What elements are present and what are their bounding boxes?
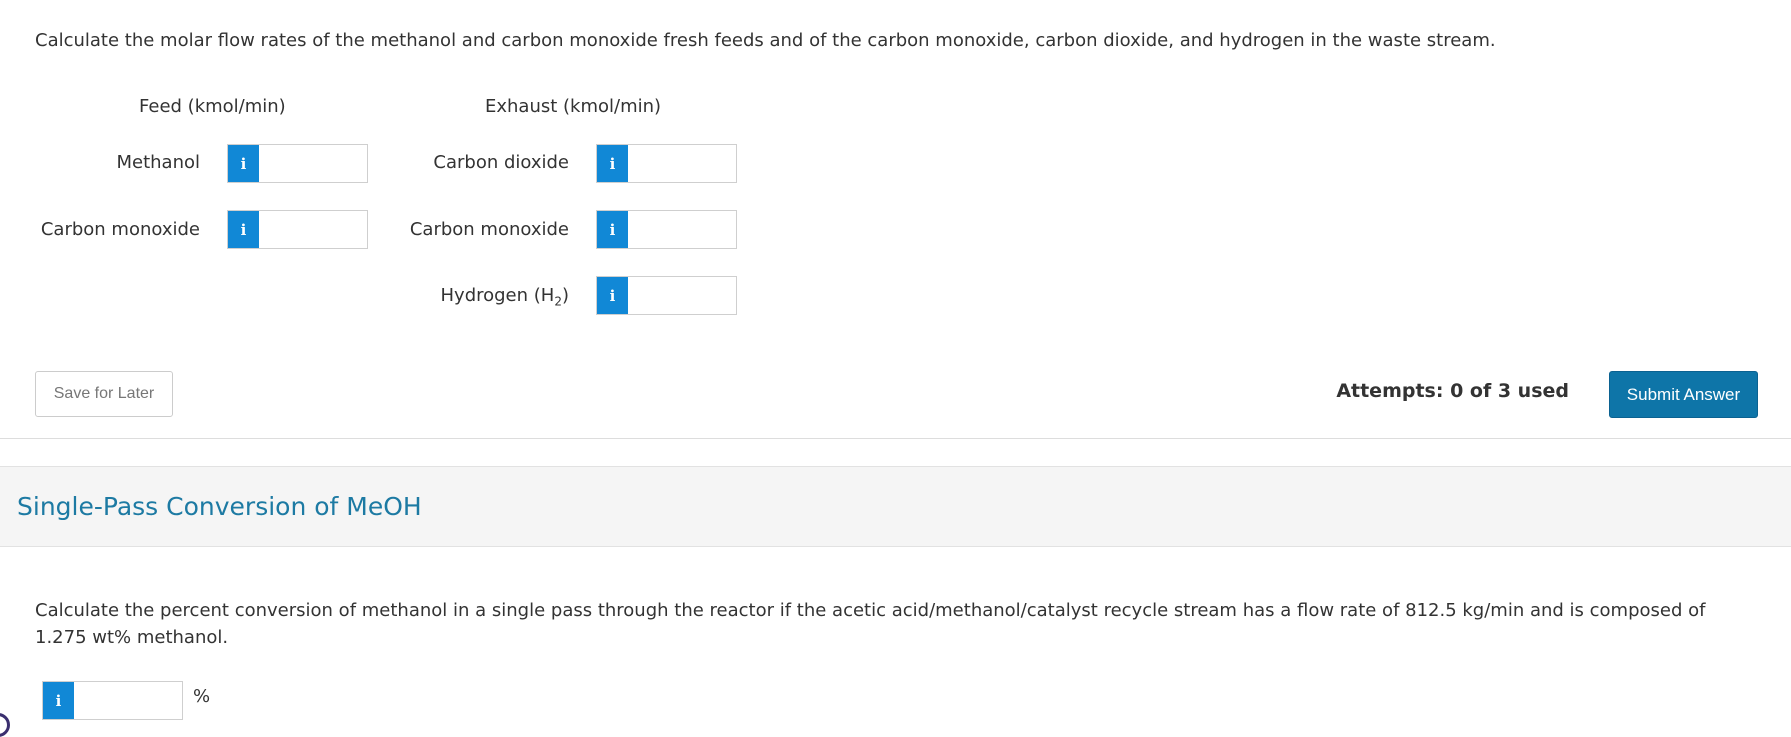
conversion-input-group: i <box>42 681 183 720</box>
exhaust-hydrogen-label: Hydrogen (H2) <box>379 285 570 309</box>
info-icon[interactable]: i <box>43 682 74 719</box>
exhaust-carbon-monoxide-input[interactable] <box>628 211 736 248</box>
attempts-counter: Attempts: 0 of 3 used <box>1336 380 1569 402</box>
hydrogen-label-subscript: 2 <box>554 294 562 309</box>
section-title: Single-Pass Conversion of MeOH <box>17 492 422 521</box>
feed-carbon-monoxide-input[interactable] <box>259 211 367 248</box>
submit-answer-button[interactable]: Submit Answer <box>1609 371 1758 418</box>
question-text: Calculate the molar flow rates of the me… <box>35 30 1496 51</box>
exhaust-hydrogen-input[interactable] <box>628 277 736 314</box>
feed-methanol-input-group: i <box>227 144 368 183</box>
divider <box>0 438 1791 439</box>
info-icon[interactable]: i <box>228 145 259 182</box>
exhaust-carbon-dioxide-input[interactable] <box>628 145 736 182</box>
hydrogen-label-main: Hydrogen (H <box>440 285 555 306</box>
feed-methanol-label: Methanol <box>116 152 200 173</box>
info-icon[interactable]: i <box>597 277 628 314</box>
exhaust-hydrogen-input-group: i <box>596 276 737 315</box>
hydrogen-label-end: ) <box>561 285 569 306</box>
save-for-later-button[interactable]: Save for Later <box>35 371 173 417</box>
exhaust-carbon-monoxide-input-group: i <box>596 210 737 249</box>
info-icon[interactable]: i <box>228 211 259 248</box>
question-2-text: Calculate the percent conversion of meth… <box>35 600 1706 648</box>
feed-carbon-monoxide-label: Carbon monoxide <box>40 219 200 240</box>
info-icon[interactable]: i <box>597 211 628 248</box>
feed-carbon-monoxide-input-group: i <box>227 210 368 249</box>
corner-circle-icon <box>0 713 10 737</box>
exhaust-carbon-dioxide-label: Carbon dioxide <box>433 152 569 173</box>
percent-unit-label: % <box>193 686 211 707</box>
feed-column-header: Feed (kmol/min) <box>139 96 286 117</box>
feed-methanol-input[interactable] <box>259 145 367 182</box>
exhaust-carbon-dioxide-input-group: i <box>596 144 737 183</box>
exhaust-column-header: Exhaust (kmol/min) <box>485 96 662 117</box>
exhaust-carbon-monoxide-label: Carbon monoxide <box>409 219 569 240</box>
info-icon[interactable]: i <box>597 145 628 182</box>
conversion-percent-input[interactable] <box>74 682 182 719</box>
